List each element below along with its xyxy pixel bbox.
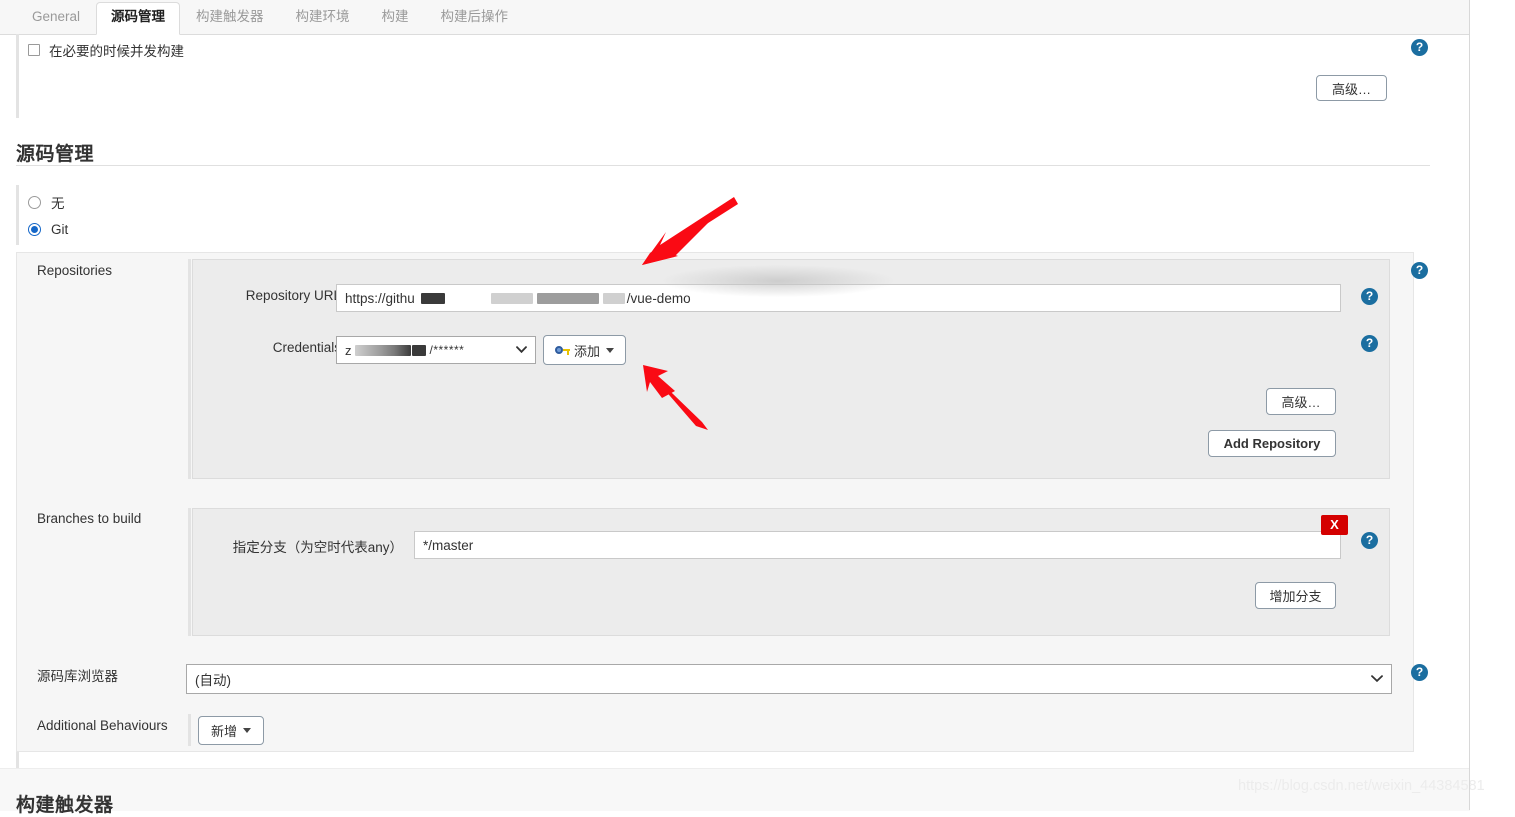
repositories-rail (188, 259, 191, 479)
scm-radio-git[interactable] (28, 223, 41, 236)
delete-branch-button[interactable]: X (1321, 515, 1348, 535)
scm-option-git-label: Git (51, 222, 69, 237)
repository-url-blur-overlay (663, 265, 893, 297)
repository-url-redaction-1 (420, 292, 445, 304)
key-icon (555, 345, 570, 356)
help-icon-branch-specifier[interactable]: ? (1361, 532, 1378, 549)
credentials-redaction-2 (411, 344, 426, 356)
scm-option-git[interactable]: Git (28, 222, 68, 237)
advanced-button-repositories[interactable]: 高级… (1266, 388, 1336, 415)
branches-panel: 指定分支（为空时代表any） */master X ? 增加分支 (192, 508, 1390, 636)
help-icon-repository-browser[interactable]: ? (1411, 664, 1428, 681)
branches-label: Branches to build (37, 511, 142, 526)
csdn-watermark: https://blog.csdn.net/weixin_44384581 (1238, 778, 1485, 794)
config-tabs: General 源码管理 构建触发器 构建环境 构建 构建后操作 (16, 0, 525, 35)
branch-specifier-input[interactable]: */master (414, 531, 1341, 559)
concurrent-build-label: 在必要的时候并发构建 (49, 44, 184, 59)
additional-behaviours-label: Additional Behaviours (37, 718, 168, 733)
jenkins-config-page: General 源码管理 构建触发器 构建环境 构建 构建后操作 在必要的时候并… (0, 0, 1485, 816)
advanced-button-top[interactable]: 高级… (1316, 75, 1387, 101)
repository-browser-select[interactable]: (自动) (186, 664, 1392, 694)
config-tab-bar: General 源码管理 构建触发器 构建环境 构建 构建后操作 (0, 0, 1470, 35)
add-repository-button[interactable]: Add Repository (1208, 430, 1336, 457)
repository-url-redaction-3 (536, 292, 599, 304)
repositories-label: Repositories (37, 263, 113, 278)
scm-radio-rail (16, 185, 19, 245)
credentials-label: Credentials (272, 340, 341, 355)
tab-scm[interactable]: 源码管理 (96, 2, 181, 35)
concurrent-build-row[interactable]: 在必要的时候并发构建 (28, 40, 184, 60)
behaviours-rail (188, 714, 191, 746)
tab-build-env[interactable]: 构建环境 (280, 2, 366, 34)
chevron-down-icon (516, 346, 527, 354)
repository-url-label: Repository URL (245, 288, 341, 303)
chevron-down-icon-browser (1371, 675, 1383, 683)
scm-option-none[interactable]: 无 (28, 192, 65, 212)
help-icon-repositories[interactable]: ? (1411, 262, 1428, 279)
scm-radio-none[interactable] (28, 195, 41, 209)
caret-down-icon (606, 347, 615, 353)
help-icon-repository-url[interactable]: ? (1361, 288, 1378, 305)
repository-url-redaction-4 (602, 292, 625, 304)
tab-general[interactable]: General (16, 2, 96, 34)
help-icon-concurrent-build[interactable]: ? (1411, 39, 1428, 56)
tab-build-triggers[interactable]: 构建触发器 (180, 2, 280, 34)
repository-url-value-suffix: /vue-demo (626, 290, 691, 306)
behaviours-group-rail (16, 752, 19, 768)
credentials-redaction-1 (354, 344, 411, 356)
branch-specifier-label: 指定分支（为空时代表any） (232, 540, 403, 555)
build-triggers-section-heading: 构建触发器 (16, 795, 114, 816)
branches-rail (188, 508, 191, 636)
add-branch-button[interactable]: 增加分支 (1255, 582, 1336, 609)
add-behaviour-button[interactable]: 新增 (198, 716, 265, 745)
credentials-select[interactable]: z /****** (336, 336, 536, 364)
repository-url-redaction-2 (490, 292, 533, 304)
help-icon-credentials[interactable]: ? (1361, 335, 1378, 352)
scm-section-heading: 源码管理 (16, 144, 95, 165)
caret-down-icon-behaviour (243, 728, 252, 733)
add-behaviour-label: 新增 (211, 724, 238, 739)
tab-build[interactable]: 构建 (366, 2, 425, 34)
concurrent-build-checkbox[interactable] (28, 44, 40, 56)
repository-browser-label: 源码库浏览器 (37, 669, 118, 684)
credentials-value-prefix: z (345, 342, 352, 358)
repository-url-value-prefix: https://githu (345, 290, 415, 306)
repositories-panel: Repository URL https://githu /vue-demo C… (192, 259, 1390, 479)
repository-browser-value: (自动) (195, 673, 231, 688)
tab-post-build[interactable]: 构建后操作 (425, 2, 525, 34)
scm-option-none-label: 无 (51, 196, 65, 211)
scm-section-rule (16, 165, 1430, 166)
top-group-rail (16, 34, 19, 118)
add-credentials-label: 添加 (574, 343, 601, 359)
credentials-value-suffix: /****** (429, 343, 465, 357)
add-credentials-button[interactable]: 添加 (543, 335, 627, 365)
